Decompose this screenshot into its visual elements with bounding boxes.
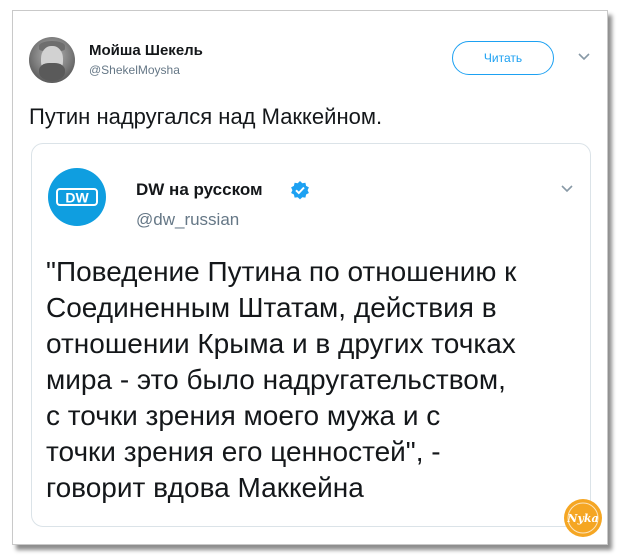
quoted-tweet-text: "Поведение Путина по отношению к Соедине…	[46, 256, 517, 503]
quoted-author-name[interactable]: DW на русском	[136, 180, 263, 200]
tweet-card: Мойша Шекель @ShekelMoysha Читать Путин …	[12, 10, 608, 545]
quoted-author-handle[interactable]: @dw_russian	[136, 210, 239, 230]
author-name[interactable]: Мойша Шекель	[89, 42, 203, 59]
dw-logo-icon[interactable]: DW	[48, 168, 106, 226]
author-avatar[interactable]	[29, 37, 75, 83]
chevron-down-icon[interactable]	[577, 52, 591, 62]
author-handle[interactable]: @ShekelMoysha	[89, 63, 180, 77]
chevron-down-icon[interactable]	[560, 184, 574, 194]
follow-button[interactable]: Читать	[452, 41, 554, 75]
dw-logo-text: DW	[65, 190, 89, 206]
watermark-text: Nyka	[566, 512, 598, 525]
verified-badge-icon	[291, 181, 309, 200]
tweet-text: Путин надругался над Маккейном.	[29, 104, 383, 129]
quoted-tweet[interactable]: DW DW на русском @dw_russian "Поведение …	[31, 143, 591, 527]
watermark-logo: Nyka	[564, 499, 602, 537]
avatar-beard	[39, 63, 65, 81]
